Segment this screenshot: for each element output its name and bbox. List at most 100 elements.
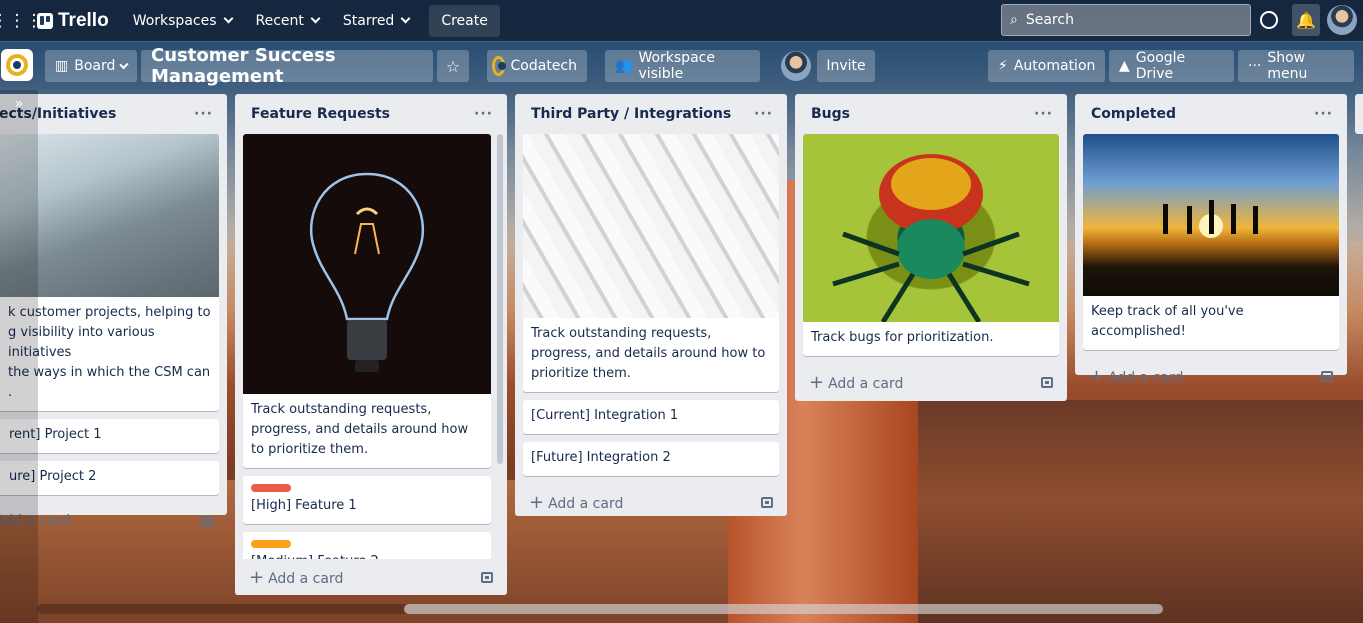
user-avatar[interactable] (1327, 5, 1357, 35)
card-template-icon[interactable] (1041, 376, 1053, 388)
create-button[interactable]: Create (429, 4, 500, 37)
card-cover-image (523, 134, 779, 318)
info-icon[interactable]: i (1260, 11, 1278, 29)
chevron-down-icon (400, 13, 411, 24)
next-list-edge[interactable] (1355, 94, 1363, 134)
card-title: [High] Feature 1 (251, 498, 357, 513)
recent-label: Recent (255, 12, 304, 29)
list-title[interactable]: Third Party / Integrations (531, 106, 731, 122)
visibility-button[interactable]: 👥 Workspace visible (605, 50, 760, 82)
invite-button[interactable]: Invite (817, 50, 875, 82)
list-feature-requests[interactable]: Feature Requests ··· Track outstanding r… (235, 94, 507, 595)
workspaces-menu[interactable]: Workspaces (121, 5, 244, 37)
lightning-icon: ⚡ (998, 58, 1008, 74)
list-title[interactable]: Bugs (811, 106, 850, 122)
priority-label-red[interactable] (251, 484, 291, 492)
list-header[interactable]: Feature Requests ··· (235, 94, 507, 134)
trello-logo[interactable]: Trello (37, 10, 109, 32)
add-card-button[interactable]: + Add a card (515, 484, 787, 520)
add-card-label: Add a card (1108, 369, 1184, 386)
list-menu-icon[interactable]: ··· (1034, 106, 1053, 122)
list-bugs[interactable]: Bugs ··· Track bugs for prioritization. … (795, 94, 1067, 401)
notifications-bell-icon[interactable]: 🔔 (1292, 4, 1320, 36)
list-description-card[interactable]: Keep track of all you've accomplished! (1083, 134, 1339, 350)
board-view-label: Board (74, 58, 116, 74)
google-drive-button[interactable]: ▲ Google Drive (1109, 50, 1234, 82)
list-title[interactable]: Feature Requests (251, 106, 390, 122)
card-template-icon[interactable] (481, 571, 493, 583)
list-header[interactable]: Bugs ··· (795, 94, 1067, 134)
list-header[interactable]: Completed ··· (1075, 94, 1347, 134)
add-card-button[interactable]: + Add a card (795, 364, 1067, 400)
search-icon: ⌕ (1010, 12, 1018, 28)
google-drive-label: Google Drive (1135, 50, 1186, 82)
board-horizontal-scrollbar-thumb[interactable] (404, 604, 1163, 614)
more-dots-icon: ··· (1248, 58, 1262, 74)
star-board-icon[interactable]: ☆ (437, 50, 469, 82)
list-menu-icon[interactable]: ··· (194, 106, 213, 122)
card-title: [Current] Integration 1 (531, 408, 679, 423)
codatech-logo-icon (492, 56, 506, 76)
card-title: [Future] Integration 2 (531, 450, 671, 465)
people-icon: 👥 (615, 58, 633, 74)
list-menu-icon[interactable]: ··· (754, 106, 773, 122)
list-title[interactable]: Completed (1091, 106, 1176, 122)
background-mesa (880, 400, 1363, 623)
add-card-label: Add a card (828, 375, 904, 392)
add-card-button[interactable]: + Add a card (235, 559, 507, 595)
list-menu-icon[interactable]: ··· (1314, 106, 1333, 122)
visibility-label: Workspace visible (638, 50, 715, 82)
workspace-button[interactable]: Codatech (487, 50, 587, 82)
automation-label: Automation (1013, 58, 1096, 74)
double-chevron-right-icon: » (14, 96, 24, 112)
card-description: Track outstanding requests, progress, an… (531, 326, 766, 381)
automation-button[interactable]: ⚡ Automation (988, 50, 1105, 82)
card-template-icon[interactable] (1321, 370, 1333, 382)
workspace-logo[interactable] (1, 49, 33, 81)
list-completed[interactable]: Completed ··· Keep track of all you've a… (1075, 94, 1347, 387)
card[interactable]: [Current] Integration 1 (523, 400, 779, 434)
codatech-logo-icon (6, 54, 28, 76)
search-placeholder: Search (1025, 12, 1074, 28)
card[interactable]: [Future] Integration 2 (523, 442, 779, 476)
card[interactable]: [Medium] Feature 2 (243, 532, 491, 562)
list-description-card[interactable]: Track outstanding requests, progress, an… (243, 134, 491, 468)
member-avatar[interactable] (781, 51, 811, 81)
priority-label-orange[interactable] (251, 540, 291, 548)
card-description: Track bugs for prioritization. (811, 330, 994, 345)
show-menu-button[interactable]: ··· Show menu (1238, 50, 1354, 82)
show-menu-label: Show menu (1267, 50, 1308, 82)
list-third-party-integrations[interactable]: Third Party / Integrations ··· Track out… (515, 94, 787, 516)
trello-board-icon (37, 12, 53, 29)
add-card-button[interactable]: + Add a card (1075, 358, 1347, 394)
board-title[interactable]: Customer Success Management (141, 45, 433, 87)
starred-label: Starred (342, 12, 395, 29)
recent-menu[interactable]: Recent (244, 5, 331, 37)
plus-icon: + (249, 566, 265, 588)
list-description-card[interactable]: Track bugs for prioritization. (803, 134, 1059, 356)
card-description: Keep track of all you've accomplished! (1091, 304, 1244, 339)
list-scrollbar[interactable] (497, 134, 503, 464)
sunset-people-image (1163, 200, 1258, 238)
add-card-label: Add a card (268, 570, 344, 587)
board-view-switcher[interactable]: ▥ Board (45, 50, 137, 82)
brand-name: Trello (58, 9, 109, 31)
card-template-icon[interactable] (761, 496, 773, 508)
board-view-icon: ▥ (55, 58, 69, 74)
card-cover-image (1083, 134, 1339, 296)
search-input[interactable]: ⌕ Search (1001, 4, 1251, 36)
sidebar-expand-button[interactable]: » (0, 90, 38, 623)
card-template-icon[interactable] (201, 515, 213, 527)
list-description-card[interactable]: Track outstanding requests, progress, an… (523, 134, 779, 392)
workspaces-label: Workspaces (132, 12, 217, 29)
app-switcher-icon[interactable]: ⋮⋮⋮ (0, 11, 43, 31)
list-menu-icon[interactable]: ··· (474, 106, 493, 122)
beetle-image (832, 154, 1030, 322)
light-bulb-image (309, 172, 425, 372)
starred-menu[interactable]: Starred (331, 5, 421, 37)
card-cover-image (803, 134, 1059, 322)
list-header[interactable]: Third Party / Integrations ··· (515, 94, 787, 134)
card[interactable]: [High] Feature 1 (243, 476, 491, 524)
card-cover-image (243, 134, 491, 394)
plus-icon: + (809, 371, 825, 393)
